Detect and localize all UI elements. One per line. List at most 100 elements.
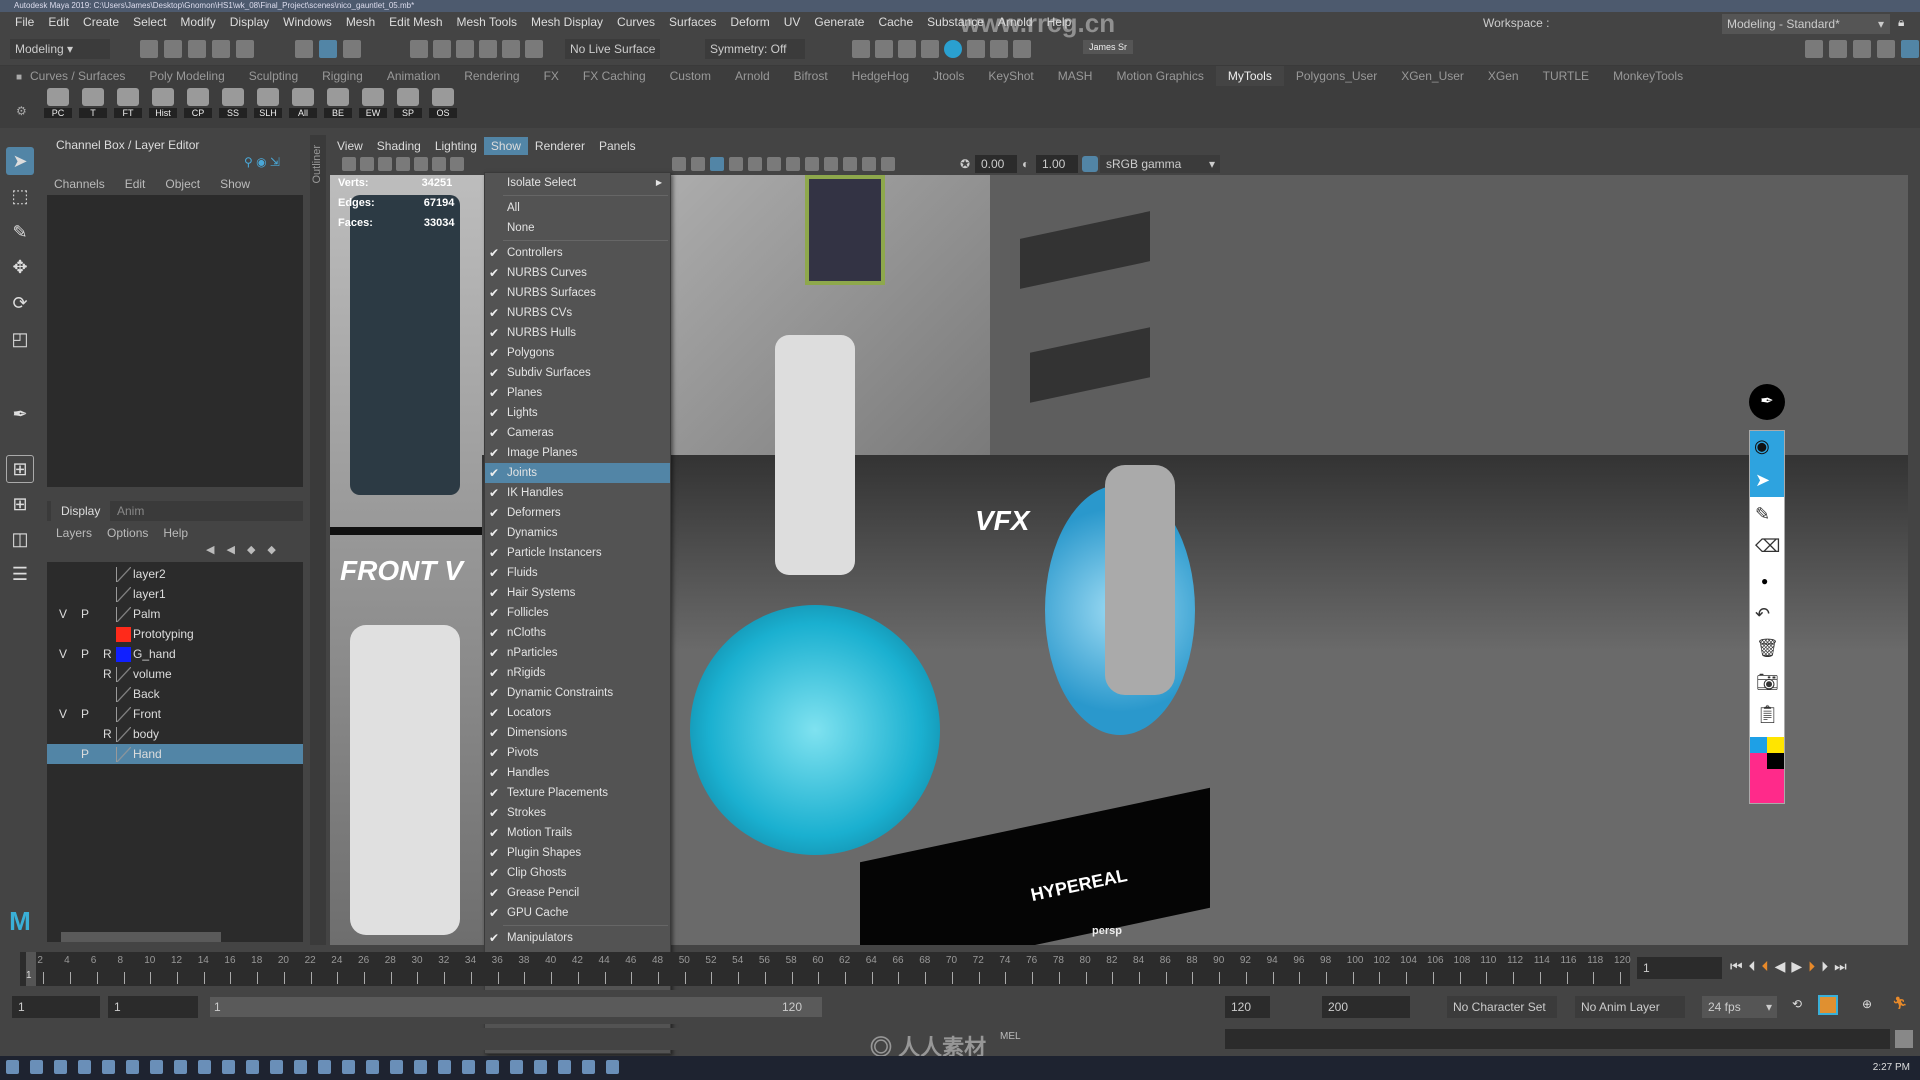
select-object-icon[interactable] (319, 40, 337, 58)
fps-dropdown[interactable]: 24 fps ▾ (1702, 996, 1777, 1018)
play-back-icon[interactable]: ◀ (1775, 958, 1786, 975)
brush-size-icon[interactable]: ● (1761, 574, 1768, 588)
camera-attr-icon[interactable] (378, 157, 392, 171)
exposure-field[interactable]: 0.00 (975, 155, 1017, 173)
menu-item-joints[interactable]: ✔ Joints (485, 463, 670, 483)
menu-item-clip-ghosts[interactable]: ✔ Clip Ghosts (485, 863, 670, 883)
light-editor-icon[interactable] (990, 40, 1008, 58)
gamma-field[interactable]: 1.00 (1036, 155, 1078, 173)
layer-row[interactable]: V P Palm (47, 604, 303, 624)
skype-icon[interactable] (174, 1060, 187, 1074)
menu-item-nurbs-hulls[interactable]: ✔ NURBS Hulls (485, 323, 670, 343)
edge-icon[interactable] (150, 1060, 163, 1074)
menu-item-particle-instancers[interactable]: ✔ Particle Instancers (485, 543, 670, 563)
lights-icon[interactable] (729, 157, 743, 171)
menu-item-cameras[interactable]: ✔ Cameras (485, 423, 670, 443)
viewport-menu-lighting[interactable]: Lighting (428, 137, 484, 155)
symmetry-dropdown[interactable]: Symmetry: Off (705, 39, 805, 59)
menu-item-polygons[interactable]: ✔ Polygons (485, 343, 670, 363)
menu-item-dynamics[interactable]: ✔ Dynamics (485, 523, 670, 543)
shelf-button-sp[interactable]: SP (394, 88, 422, 120)
shelf-tab-turtle[interactable]: TURTLE (1531, 66, 1601, 86)
menu-item-plugin-shapes[interactable]: ✔ Plugin Shapes (485, 843, 670, 863)
2d-pan-icon[interactable] (432, 157, 446, 171)
layer-row[interactable]: V P Front (47, 704, 303, 724)
current-frame-field[interactable]: 1 (1637, 957, 1722, 979)
word-icon[interactable] (414, 1060, 427, 1074)
sticky-notes-icon[interactable] (390, 1060, 403, 1074)
menu-item-handles[interactable]: ✔ Handles (485, 763, 670, 783)
character-icon[interactable]: 🏃︎ (1892, 996, 1907, 1010)
playback-start-field[interactable]: 1 (108, 996, 198, 1018)
save-scene-icon[interactable] (188, 40, 206, 58)
app-icon[interactable] (342, 1060, 355, 1074)
render-seq-icon[interactable] (875, 40, 893, 58)
color-palette[interactable] (1750, 737, 1784, 803)
autodesk-icon[interactable] (462, 1060, 475, 1074)
rotate-tool-icon[interactable]: ⟳ (6, 289, 34, 317)
viewport-menu-shading[interactable]: Shading (370, 137, 428, 155)
step-forward-icon[interactable]: ⏵ (1821, 958, 1828, 975)
menu-item-subdiv-surfaces[interactable]: ✔ Subdiv Surfaces (485, 363, 670, 383)
open-scene-icon[interactable] (164, 40, 182, 58)
menu-windows[interactable]: Windows (276, 15, 339, 29)
tool-settings-icon[interactable] (1877, 40, 1895, 58)
snap-point-icon[interactable] (456, 40, 474, 58)
shelf-button-all[interactable]: All (289, 88, 317, 120)
bookmark-icon[interactable] (396, 157, 410, 171)
maya-icon[interactable] (438, 1060, 451, 1074)
menu-mesh-display[interactable]: Mesh Display (524, 15, 610, 29)
menu-item-controllers[interactable]: ✔ Controllers (485, 243, 670, 263)
step-forward-key-icon[interactable]: ⏵ (1808, 958, 1815, 975)
menu-deform[interactable]: Deform (723, 15, 776, 29)
menu-item-strokes[interactable]: ✔ Strokes (485, 803, 670, 823)
menu-generate[interactable]: Generate (807, 15, 871, 29)
outliner-layout-icon[interactable]: ☰ (6, 560, 34, 588)
anim-prefs-icon[interactable]: ⊕ (1862, 997, 1872, 1011)
menu-item-pivots[interactable]: ✔ Pivots (485, 743, 670, 763)
clipboard-icon[interactable]: 📋︎ (1756, 704, 1779, 725)
mail-icon[interactable] (198, 1060, 211, 1074)
photos-icon[interactable] (534, 1060, 547, 1074)
menu-item-grease-pencil[interactable]: ✔ Grease Pencil (485, 883, 670, 903)
current-time-indicator[interactable]: 1 (26, 952, 36, 986)
cursor-icon[interactable]: ➤ (1755, 470, 1770, 491)
live-surface-field[interactable]: No Live Surface (565, 39, 660, 59)
shelf-tab-motion-graphics[interactable]: Motion Graphics (1104, 66, 1215, 86)
shelf-button-pc[interactable]: PC (44, 88, 72, 120)
zoom-icon[interactable] (510, 1060, 523, 1074)
shelf-button-hist[interactable]: Hist (149, 88, 177, 120)
menu-item-none[interactable]: None (485, 218, 670, 238)
layer-p-toggle[interactable]: P (81, 744, 89, 764)
go-to-end-icon[interactable]: ⏭ (1834, 958, 1847, 975)
shelf-button-t[interactable]: T (79, 88, 107, 120)
menu-item-manipulators[interactable]: ✔ Manipulators (485, 928, 670, 948)
new-scene-icon[interactable] (140, 40, 158, 58)
shelf-button-os[interactable]: OS (429, 88, 457, 120)
app-icon[interactable] (582, 1060, 595, 1074)
four-view-icon[interactable]: ⊞ (6, 490, 34, 518)
layer-row[interactable]: Rbody (47, 724, 303, 744)
lock-icon[interactable]: 🔒︎ (1898, 15, 1904, 30)
layer-menu-layers[interactable]: Layers (56, 526, 92, 540)
shelf-tab-keyshot[interactable]: KeyShot (976, 66, 1045, 86)
select-component-icon[interactable] (343, 40, 361, 58)
menu-uv[interactable]: UV (777, 15, 808, 29)
highlighter-icon[interactable]: ✎ (1755, 504, 1770, 525)
human-ik-icon[interactable] (1829, 40, 1847, 58)
select-tool-icon[interactable]: ➤ (6, 147, 34, 175)
menu-item-nparticles[interactable]: ✔ nParticles (485, 643, 670, 663)
layer-v-toggle[interactable]: V (59, 704, 67, 724)
menu-display[interactable]: Display (223, 15, 276, 29)
menu-item-ik-handles[interactable]: ✔ IK Handles (485, 483, 670, 503)
shelf-tab-hedgehog[interactable]: HedgeHog (840, 66, 921, 86)
viewport-menu-panels[interactable]: Panels (592, 137, 643, 155)
menu-item-hair-systems[interactable]: ✔ Hair Systems (485, 583, 670, 603)
viewport-menu-view[interactable]: View (330, 137, 370, 155)
layer-row[interactable]: layer2 (47, 564, 303, 584)
app-icon[interactable] (270, 1060, 283, 1074)
shelf-tab-rendering[interactable]: Rendering (452, 66, 531, 86)
menu-item-all[interactable]: All (485, 198, 670, 218)
shelf-tab-poly-modeling[interactable]: Poly Modeling (137, 66, 236, 86)
snap-grid-icon[interactable] (410, 40, 428, 58)
